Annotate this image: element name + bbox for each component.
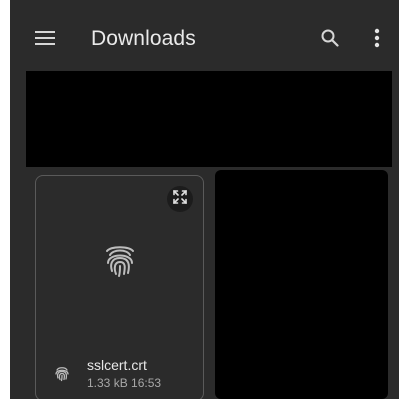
page-title: Downloads bbox=[91, 27, 196, 50]
file-card[interactable]: sslcert.crt 1.33 kB 16:53 bbox=[35, 175, 204, 399]
fingerprint-icon bbox=[53, 364, 71, 382]
app-bar: Downloads bbox=[10, 0, 399, 72]
file-name: sslcert.crt bbox=[87, 357, 147, 373]
expand-button[interactable] bbox=[167, 186, 193, 212]
menu-button[interactable] bbox=[25, 20, 65, 60]
fingerprint-icon bbox=[102, 243, 138, 279]
hamburger-menu-icon bbox=[35, 30, 55, 50]
file-meta: 1.33 kB 16:53 bbox=[87, 376, 162, 390]
downloads-screen: Downloads sslcert.crt 1.33 kB 16:53 bbox=[10, 0, 399, 399]
file-card[interactable] bbox=[215, 170, 388, 399]
more-vert-icon bbox=[374, 28, 380, 53]
search-button[interactable] bbox=[310, 20, 350, 60]
expand-icon bbox=[173, 189, 187, 209]
ad-banner[interactable] bbox=[26, 71, 392, 167]
search-icon bbox=[321, 29, 339, 52]
more-options-button[interactable] bbox=[357, 20, 397, 60]
